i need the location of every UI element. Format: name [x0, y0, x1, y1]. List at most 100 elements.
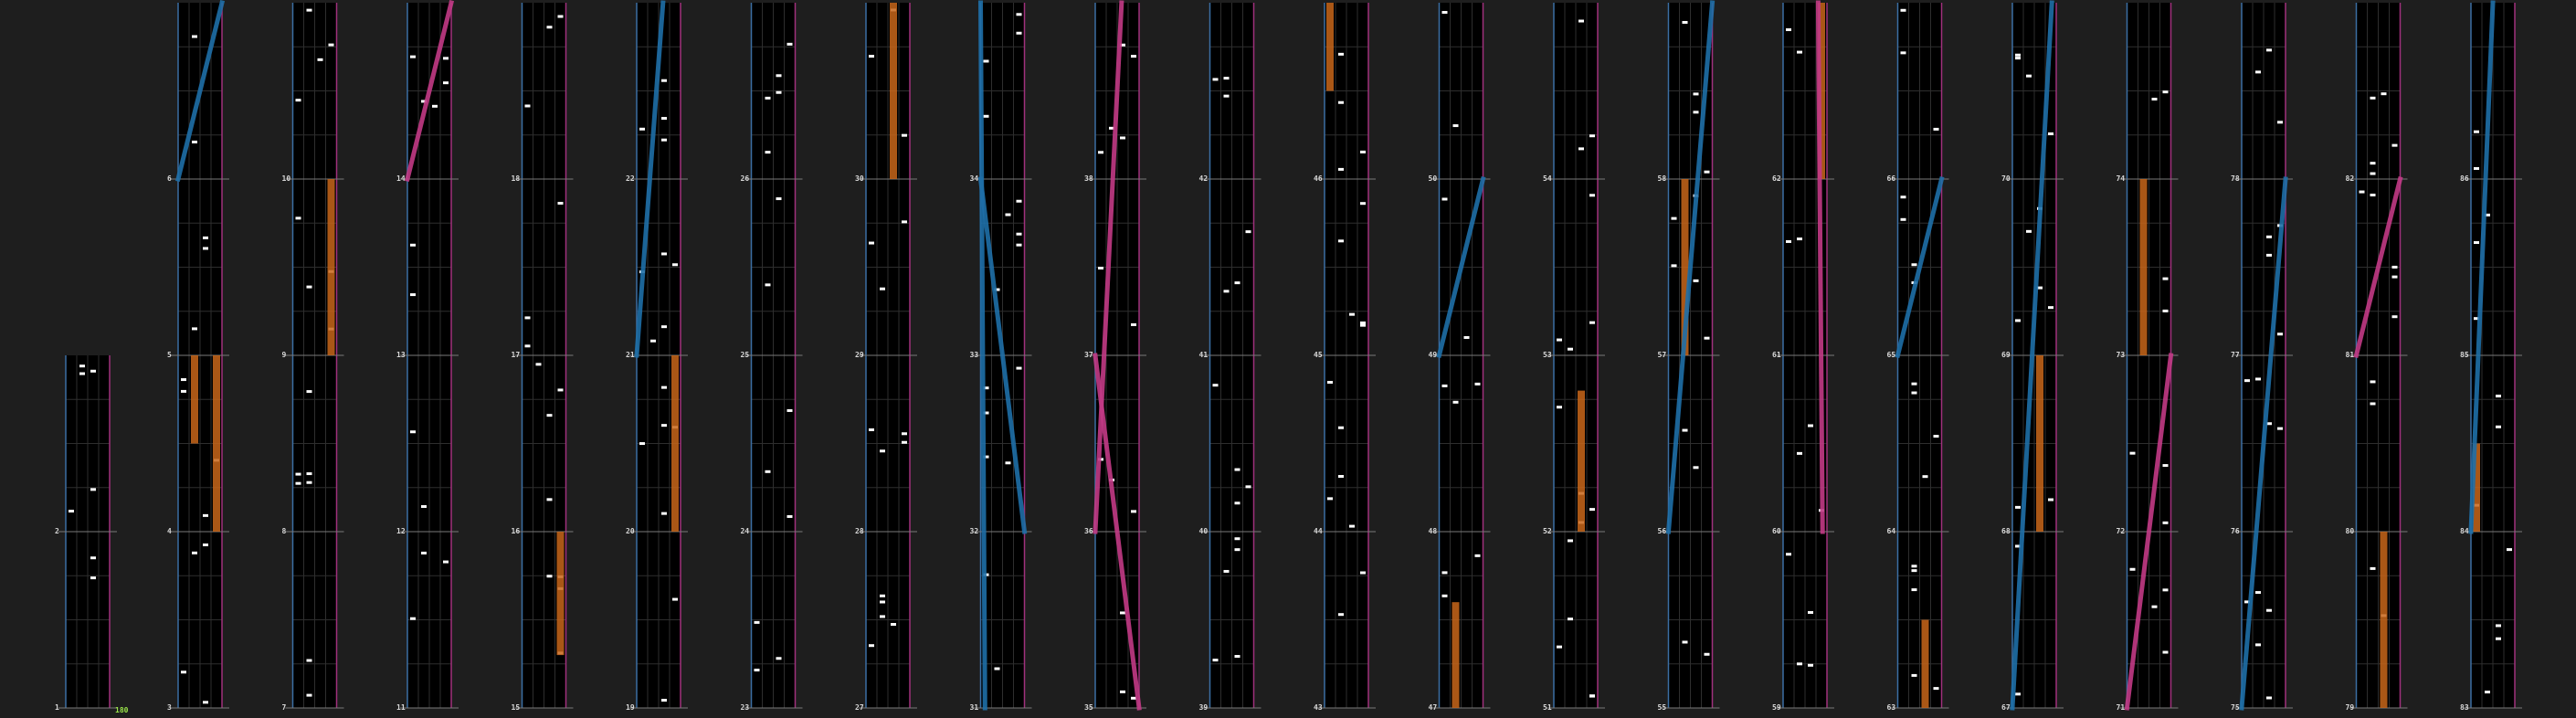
measure-number: 81	[2346, 351, 2355, 359]
chip-note	[880, 615, 885, 618]
measure-number: 75	[2231, 703, 2240, 712]
chip-note	[1441, 594, 1448, 597]
measure-number: 8	[282, 527, 287, 535]
chip-note	[2266, 235, 2272, 238]
chip-note	[1682, 20, 1688, 24]
chip-note	[2496, 395, 2501, 398]
chip-note	[1797, 50, 1802, 54]
chip-note	[203, 513, 208, 517]
chip-note	[1016, 243, 1022, 247]
measure-number: 2	[55, 527, 59, 535]
chip-note	[2474, 130, 2479, 133]
chip-note	[90, 369, 96, 373]
measure-number: 47	[1429, 703, 1438, 712]
chip-note	[1671, 264, 1677, 268]
chip-note	[2474, 166, 2479, 170]
chip-note	[1786, 239, 1791, 243]
chip-note	[410, 430, 416, 434]
hold-note	[1578, 390, 1585, 532]
chip-note	[2255, 377, 2261, 381]
chip-note	[2255, 70, 2261, 74]
chip-note	[1922, 475, 1928, 479]
chip-note	[1338, 167, 1344, 171]
chip-note	[1016, 13, 1022, 16]
measure-number: 79	[2346, 703, 2355, 712]
chip-note	[2255, 591, 2261, 595]
measure-number: 71	[2117, 703, 2126, 712]
measure-number: 82	[2346, 174, 2355, 183]
chip-note	[661, 79, 667, 82]
measure-number: 69	[2001, 351, 2011, 359]
chip-note	[1900, 8, 1906, 12]
chip-note	[192, 327, 197, 331]
chip-note	[880, 449, 885, 453]
chip-note	[1349, 524, 1355, 528]
chip-note	[787, 408, 793, 412]
chip-note	[1360, 323, 1366, 327]
measure-number: 4	[167, 527, 172, 535]
hold-note	[1921, 619, 1929, 708]
chip-note	[1911, 588, 1917, 592]
chip-note	[765, 96, 771, 100]
chip-note	[1568, 539, 1573, 543]
chip-note	[1234, 548, 1240, 552]
chip-note	[672, 597, 678, 601]
measure-number: 21	[626, 351, 635, 359]
chip-note	[524, 104, 531, 108]
chip-note	[661, 325, 667, 329]
chip-note	[1360, 202, 1366, 206]
chip-note	[880, 594, 885, 597]
hold-note	[213, 355, 220, 532]
chart-preview: 1234567891011121314151617181920212223242…	[55, 0, 2522, 714]
chip-note	[1005, 461, 1011, 465]
measure-number: 50	[1429, 174, 1438, 183]
chip-note	[2162, 277, 2169, 280]
chip-note	[295, 99, 301, 102]
chip-note	[2255, 643, 2261, 647]
chip-note	[2048, 306, 2053, 310]
chip-note	[295, 481, 301, 485]
measure-number: 57	[1658, 351, 1667, 359]
chip-note	[2129, 567, 2136, 571]
chip-note	[754, 669, 760, 672]
chip-note	[1131, 510, 1136, 513]
chip-note	[2162, 464, 2169, 468]
chip-note	[1933, 127, 1939, 131]
chip-note	[902, 432, 907, 436]
chip-note	[1212, 78, 1219, 81]
chip-note	[1900, 217, 1906, 221]
chip-note	[2244, 379, 2250, 383]
measure-number: 61	[1772, 351, 1781, 359]
chip-note	[328, 43, 334, 47]
hold-note	[2139, 179, 2148, 355]
measure-number: 59	[1772, 703, 1781, 712]
chip-note	[306, 693, 312, 697]
chip-note	[1131, 55, 1136, 58]
chip-note	[1682, 428, 1688, 432]
chip-note	[2129, 451, 2136, 455]
chip-note	[1589, 134, 1595, 138]
measure-number: 39	[1199, 703, 1209, 712]
chip-note	[902, 440, 907, 444]
chip-note	[181, 670, 186, 674]
chip-note	[1234, 537, 1240, 541]
chip-note	[639, 442, 645, 446]
measure-number: 85	[2460, 351, 2469, 359]
measure-number: 66	[1887, 174, 1896, 183]
chip-note	[1911, 382, 1917, 385]
chip-note	[1349, 312, 1355, 316]
chip-note	[2015, 505, 2021, 509]
measure-number: 5	[167, 351, 172, 359]
chip-note	[432, 104, 438, 108]
chip-note	[1223, 290, 1230, 293]
chip-note	[1933, 435, 1939, 438]
chip-note	[891, 622, 896, 626]
chip-note	[1589, 508, 1595, 512]
chip-note	[1360, 321, 1366, 324]
chip-note	[1098, 267, 1103, 270]
chip-note	[869, 241, 874, 245]
chip-note	[1234, 468, 1240, 471]
chip-note	[1360, 571, 1366, 575]
measure-number: 72	[2117, 527, 2126, 535]
chip-note	[1589, 694, 1595, 698]
